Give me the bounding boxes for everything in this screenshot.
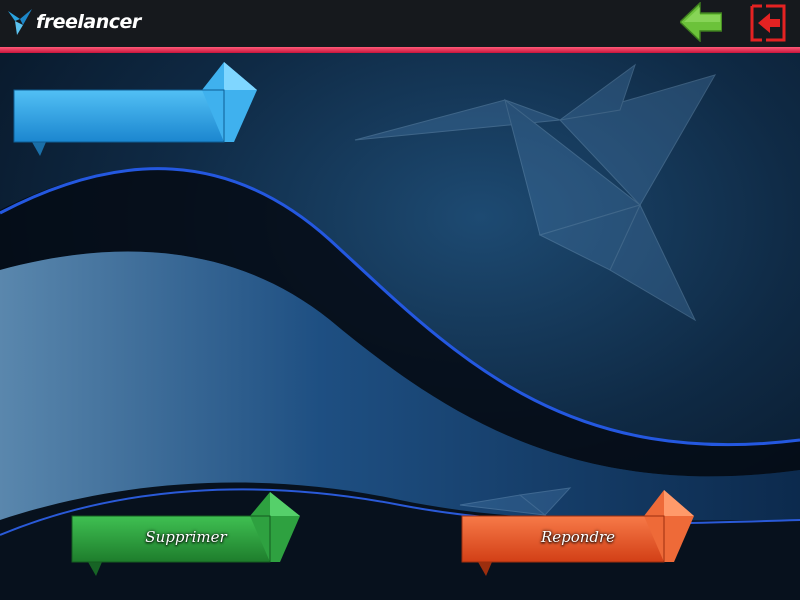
logo-text: freelancer <box>36 11 141 33</box>
title-banner <box>12 60 260 160</box>
app-screen: freelancer Supprimer Repondre <box>0 0 800 600</box>
freelancer-logo: freelancer <box>8 6 141 38</box>
delete-button-label: Supprimer <box>145 528 227 546</box>
bird-icon <box>8 9 32 35</box>
logout-button[interactable] <box>750 4 786 42</box>
delete-button[interactable]: Supprimer <box>70 490 302 582</box>
logout-icon <box>750 4 786 42</box>
reply-button[interactable]: Repondre <box>460 488 696 580</box>
header-accent-line <box>0 47 800 53</box>
arrow-left-icon <box>680 2 722 42</box>
reply-button-label: Repondre <box>540 528 616 546</box>
header-bar: freelancer <box>0 0 800 47</box>
back-button[interactable] <box>680 2 722 42</box>
